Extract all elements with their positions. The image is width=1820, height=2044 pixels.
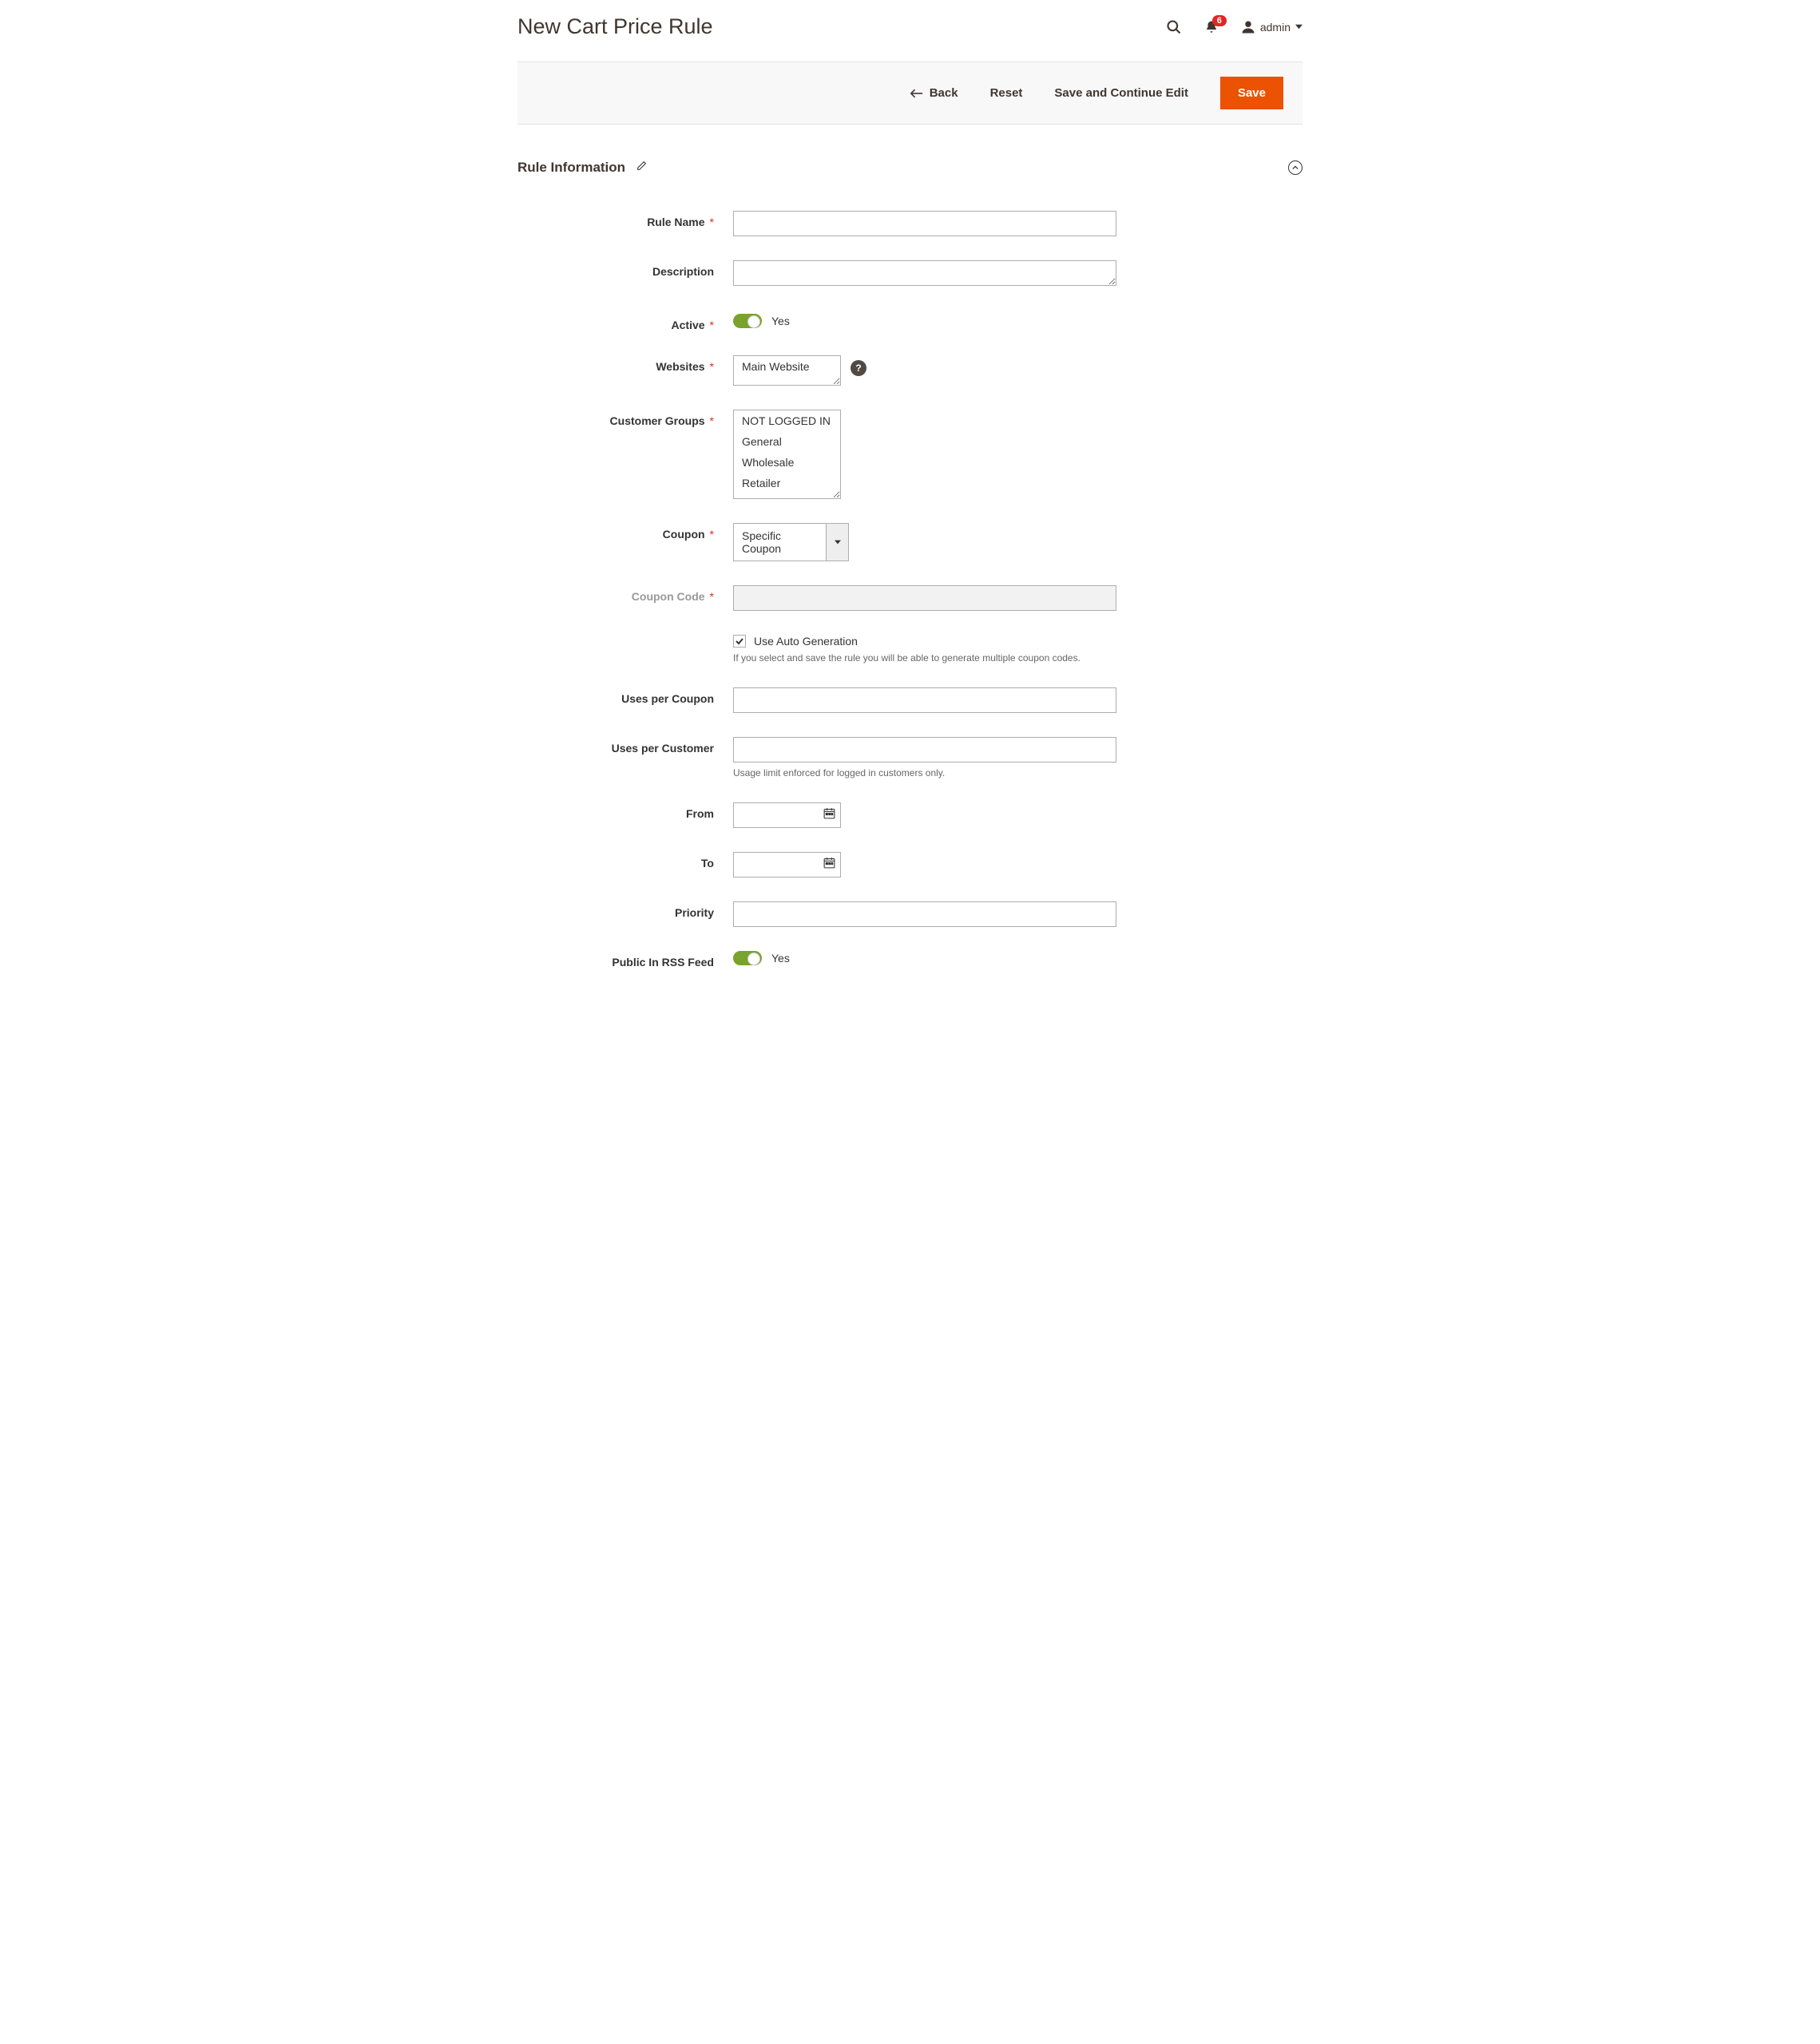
chevron-down-icon bbox=[1295, 23, 1303, 30]
edit-icon[interactable] bbox=[636, 160, 647, 175]
required-mark: * bbox=[710, 414, 714, 427]
row-coupon: Coupon * Specific Coupon bbox=[517, 523, 1303, 561]
label-rss: Public In RSS Feed bbox=[612, 956, 714, 969]
user-icon bbox=[1241, 20, 1255, 34]
chevron-down-icon bbox=[835, 539, 841, 545]
label-from: From bbox=[686, 807, 714, 820]
row-rss: Public In RSS Feed Yes bbox=[517, 951, 1303, 969]
websites-multiselect[interactable]: Main Website bbox=[733, 355, 841, 386]
coupon-select-trigger[interactable] bbox=[827, 523, 849, 561]
website-option[interactable]: Main Website bbox=[734, 356, 840, 377]
row-customer-groups: Customer Groups * NOT LOGGED IN General W… bbox=[517, 410, 1303, 499]
uses-per-customer-hint: Usage limit enforced for logged in custo… bbox=[733, 767, 1116, 778]
required-mark: * bbox=[710, 590, 714, 603]
search-icon[interactable] bbox=[1166, 19, 1182, 35]
auto-generation-label: Use Auto Generation bbox=[754, 635, 858, 648]
chevron-up-icon bbox=[1292, 164, 1299, 171]
section-header: Rule Information bbox=[517, 160, 1303, 176]
row-to: To bbox=[517, 852, 1303, 877]
top-bar: New Cart Price Rule 6 admin bbox=[517, 14, 1303, 39]
group-option[interactable]: NOT LOGGED IN bbox=[734, 410, 840, 431]
notification-badge: 6 bbox=[1212, 15, 1227, 26]
back-button[interactable]: Back bbox=[910, 86, 958, 100]
required-mark: * bbox=[710, 528, 714, 541]
calendar-icon[interactable] bbox=[823, 806, 836, 824]
description-input[interactable] bbox=[733, 260, 1116, 286]
action-bar: Back Reset Save and Continue Edit Save bbox=[517, 61, 1303, 125]
row-description: Description bbox=[517, 260, 1303, 290]
help-icon[interactable]: ? bbox=[851, 360, 866, 376]
priority-input[interactable] bbox=[733, 901, 1116, 927]
group-option[interactable]: Wholesale bbox=[734, 452, 840, 473]
row-active: Active * Yes bbox=[517, 314, 1303, 331]
calendar-icon[interactable] bbox=[823, 856, 836, 873]
page-title: New Cart Price Rule bbox=[517, 14, 713, 39]
check-icon bbox=[735, 636, 744, 646]
section-title: Rule Information bbox=[517, 160, 625, 176]
rule-name-input[interactable] bbox=[733, 211, 1116, 236]
row-priority: Priority bbox=[517, 901, 1303, 927]
row-auto-generation: Use Auto Generation If you select and sa… bbox=[517, 635, 1303, 664]
active-toggle-label: Yes bbox=[771, 315, 790, 327]
label-coupon: Coupon bbox=[663, 528, 705, 541]
label-uses-per-coupon: Uses per Coupon bbox=[621, 692, 714, 705]
customer-groups-multiselect[interactable]: NOT LOGGED IN General Wholesale Retailer bbox=[733, 410, 841, 499]
active-toggle[interactable] bbox=[733, 314, 762, 328]
collapse-toggle[interactable] bbox=[1288, 160, 1303, 175]
back-button-label: Back bbox=[930, 86, 958, 100]
rss-toggle[interactable] bbox=[733, 951, 762, 965]
label-active: Active bbox=[672, 319, 705, 331]
auto-generation-checkbox[interactable] bbox=[733, 635, 746, 648]
coupon-select-value: Specific Coupon bbox=[733, 523, 827, 561]
save-continue-label: Save and Continue Edit bbox=[1054, 86, 1188, 100]
label-priority: Priority bbox=[675, 906, 714, 919]
label-coupon-code: Coupon Code bbox=[632, 590, 705, 603]
save-button[interactable]: Save bbox=[1220, 77, 1283, 109]
row-from: From bbox=[517, 802, 1303, 828]
admin-user-menu[interactable]: admin bbox=[1241, 20, 1303, 34]
reset-button[interactable]: Reset bbox=[990, 86, 1023, 100]
group-option[interactable]: Retailer bbox=[734, 473, 840, 493]
group-option[interactable]: General bbox=[734, 431, 840, 452]
coupon-code-input bbox=[733, 585, 1116, 611]
required-mark: * bbox=[710, 216, 714, 228]
label-websites: Websites bbox=[656, 360, 704, 373]
uses-per-customer-input[interactable] bbox=[733, 737, 1116, 763]
required-mark: * bbox=[710, 360, 714, 373]
row-rule-name: Rule Name * bbox=[517, 211, 1303, 236]
row-websites: Websites * Main Website ? bbox=[517, 355, 1303, 386]
reset-button-label: Reset bbox=[990, 86, 1023, 100]
rss-toggle-label: Yes bbox=[771, 952, 790, 965]
row-coupon-code: Coupon Code * bbox=[517, 585, 1303, 611]
required-mark: * bbox=[710, 319, 714, 331]
row-uses-per-coupon: Uses per Coupon bbox=[517, 687, 1303, 713]
label-uses-per-customer: Uses per Customer bbox=[612, 742, 714, 755]
label-customer-groups: Customer Groups bbox=[610, 414, 705, 427]
row-uses-per-customer: Uses per Customer Usage limit enforced f… bbox=[517, 737, 1303, 778]
admin-user-label: admin bbox=[1260, 21, 1291, 34]
label-to: To bbox=[701, 857, 714, 869]
arrow-left-icon bbox=[910, 89, 923, 98]
notifications-icon[interactable]: 6 bbox=[1204, 20, 1219, 34]
auto-generation-hint: If you select and save the rule you will… bbox=[733, 652, 1116, 664]
label-rule-name: Rule Name bbox=[647, 216, 704, 228]
uses-per-coupon-input[interactable] bbox=[733, 687, 1116, 713]
save-continue-button[interactable]: Save and Continue Edit bbox=[1054, 86, 1188, 100]
top-icons: 6 admin bbox=[1166, 19, 1303, 35]
coupon-select[interactable]: Specific Coupon bbox=[733, 523, 849, 561]
label-description: Description bbox=[652, 265, 714, 278]
